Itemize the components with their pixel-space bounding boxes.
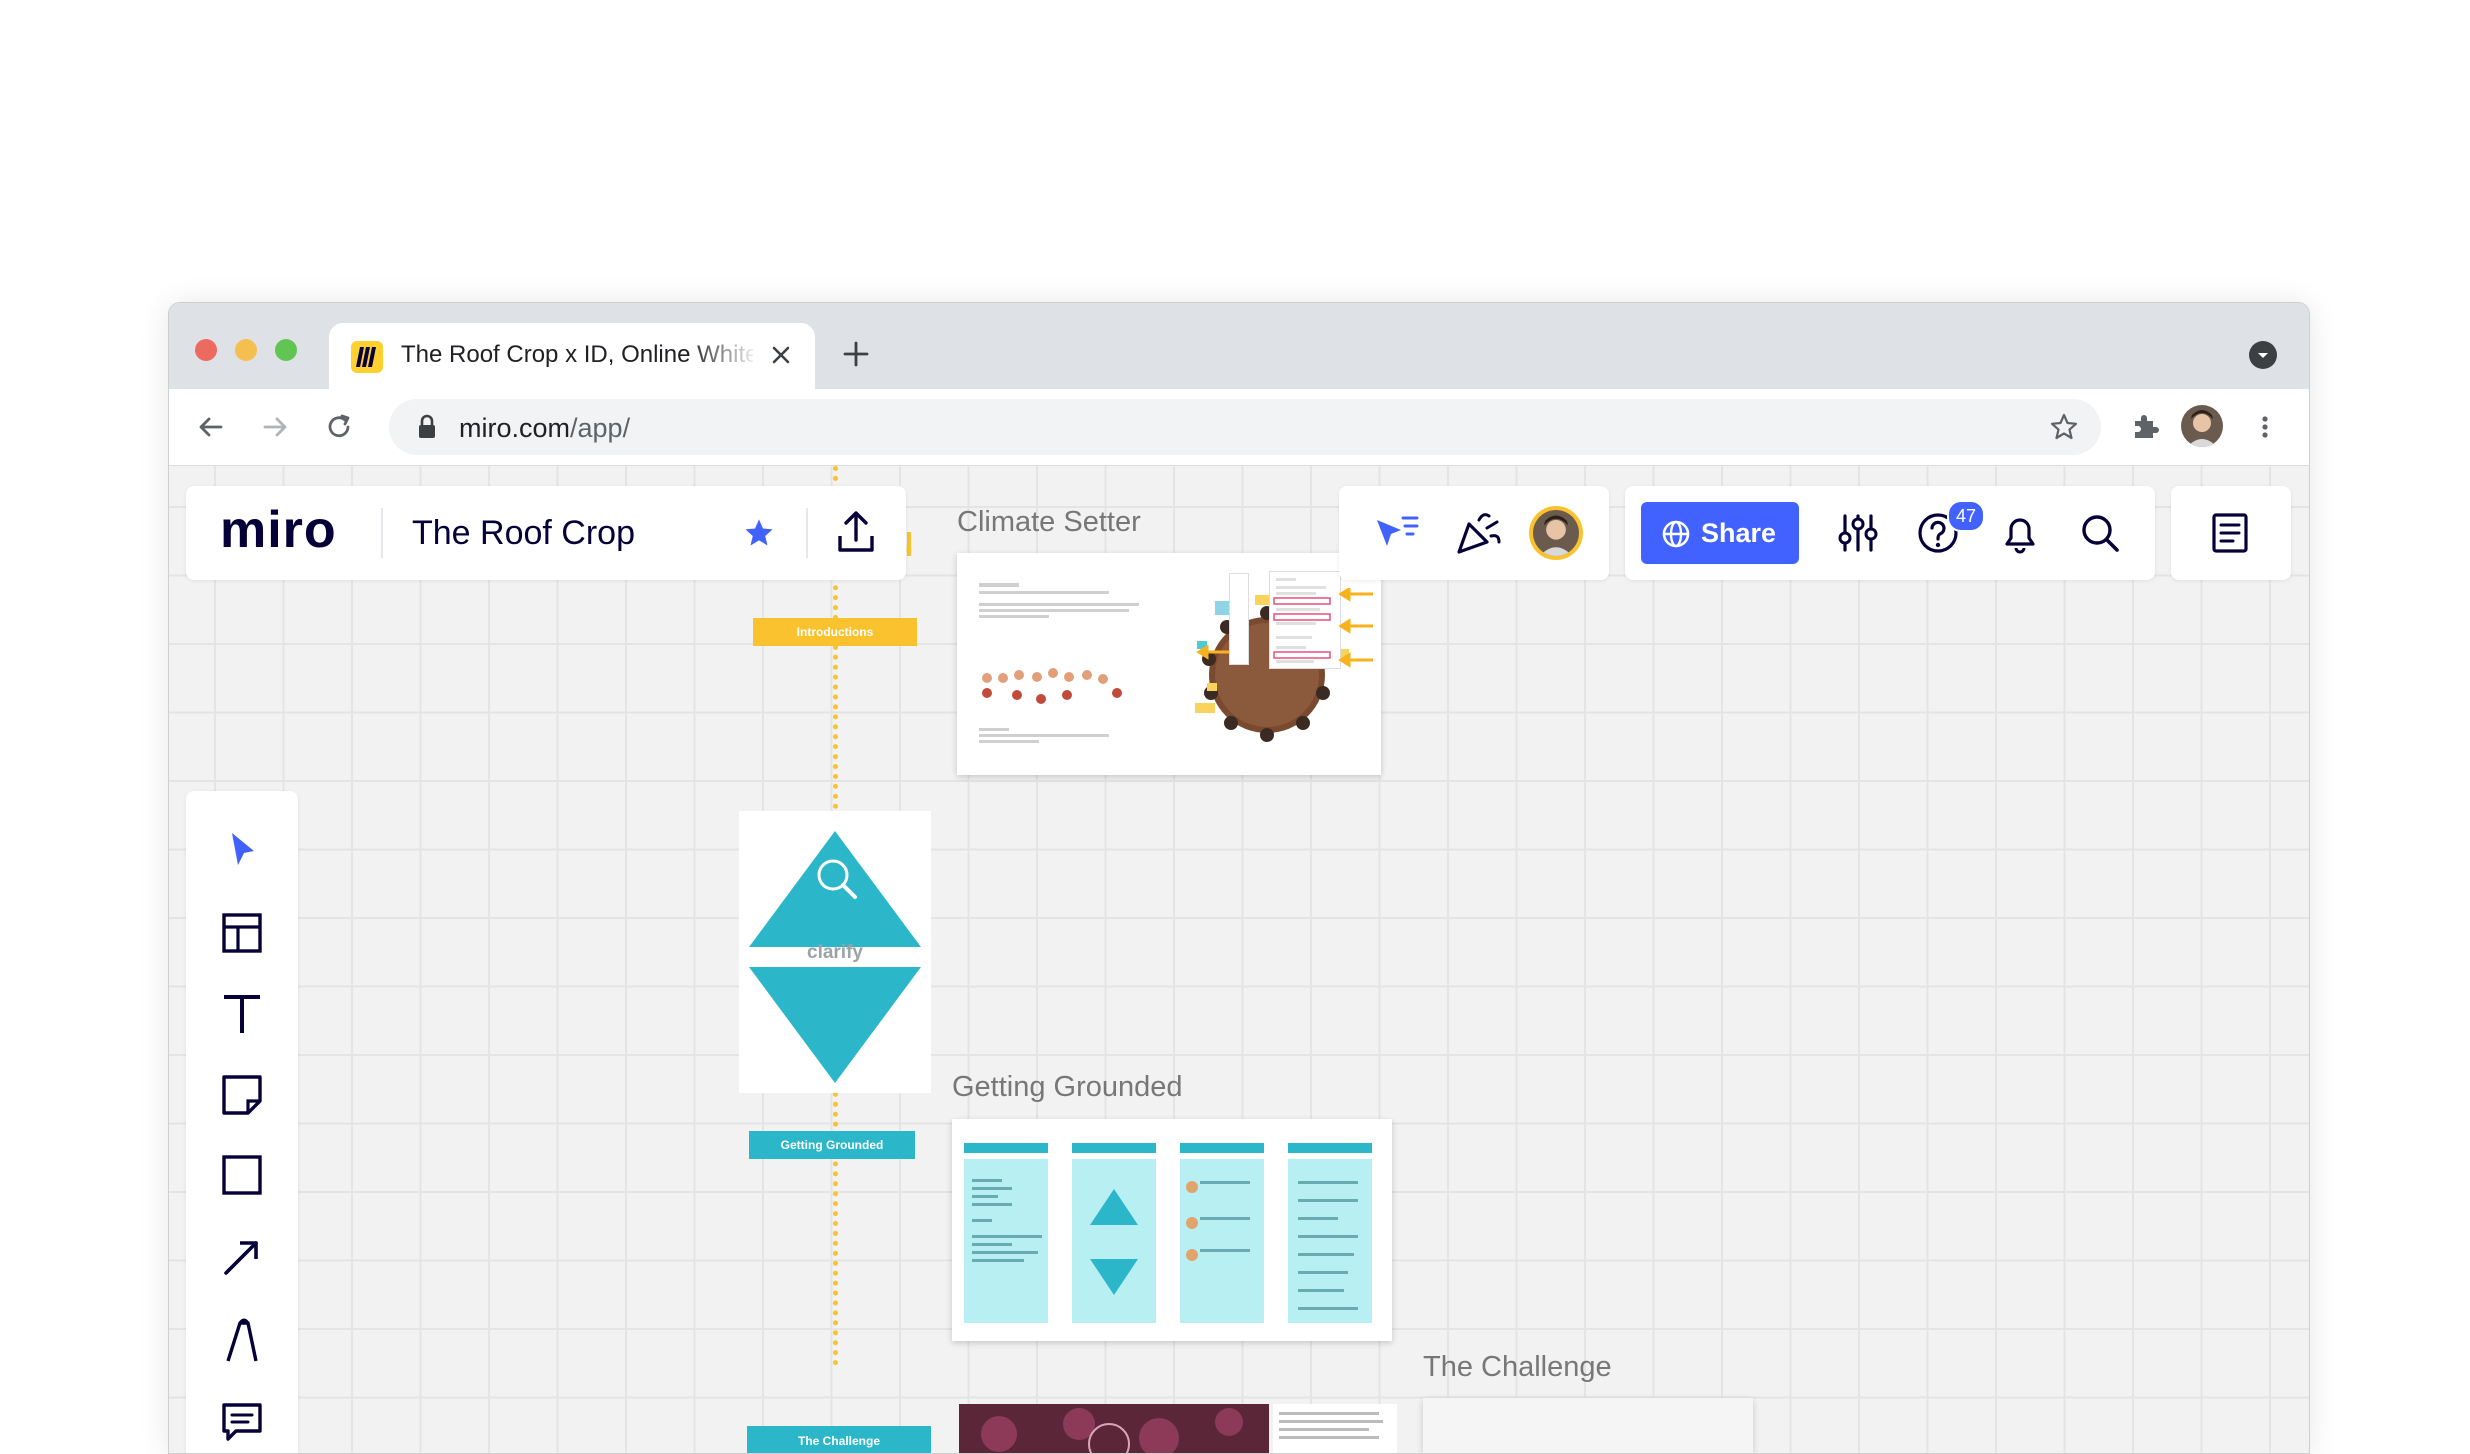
pointer-arrows-icon xyxy=(1338,588,1373,668)
close-window-button[interactable] xyxy=(195,339,217,361)
forward-icon[interactable] xyxy=(259,411,291,448)
challenge-photo-image xyxy=(959,1404,1269,1453)
comment-icon[interactable] xyxy=(220,1401,264,1450)
export-icon[interactable] xyxy=(834,508,878,561)
share-label: Share xyxy=(1701,518,1777,548)
attention-cursor-icon[interactable] xyxy=(1373,510,1423,561)
notes-panel xyxy=(2171,486,2291,580)
board-canvas[interactable]: Introductions clarify Getting Grounded T… xyxy=(169,466,2309,1453)
header-divider-2 xyxy=(806,508,808,558)
select-icon[interactable] xyxy=(222,829,262,874)
pen-icon[interactable] xyxy=(220,1317,264,1370)
close-tab-icon[interactable] xyxy=(767,341,795,369)
board-name[interactable]: The Roof Crop xyxy=(412,514,635,553)
globe-icon xyxy=(1661,519,1691,554)
browser-tab[interactable]: The Roof Crop x ID, Online Whiteboard xyxy=(329,323,815,389)
new-tab-icon[interactable] xyxy=(841,339,871,369)
extensions-icon[interactable] xyxy=(2129,411,2161,448)
share-panel: Share 47 xyxy=(1625,486,2155,580)
shape-icon[interactable] xyxy=(220,1153,264,1202)
introductions-label[interactable]: Introductions xyxy=(753,618,917,646)
maximize-window-button[interactable] xyxy=(275,339,297,361)
share-button[interactable]: Share xyxy=(1641,502,1799,564)
clarify-card[interactable]: clarify xyxy=(739,811,931,1093)
bookmark-star-icon[interactable] xyxy=(2049,412,2079,447)
mini-toolbar-image xyxy=(1229,573,1249,665)
tab-title-fade xyxy=(689,323,759,389)
templates-icon[interactable] xyxy=(220,911,264,960)
frame-title-the-challenge[interactable]: The Challenge xyxy=(1423,1351,1612,1384)
header-divider xyxy=(381,508,383,558)
creation-toolbar xyxy=(186,791,298,1453)
text-icon[interactable] xyxy=(220,991,264,1040)
url-path: /app/ xyxy=(570,413,631,443)
notification-count-badge: 47 xyxy=(1947,500,1985,532)
challenge-text-card xyxy=(1273,1404,1397,1453)
getting-grounded-label[interactable]: Getting Grounded xyxy=(749,1131,915,1159)
browser-menu-icon[interactable] xyxy=(2249,411,2281,448)
address-bar[interactable]: miro.com/app/ xyxy=(389,399,2101,455)
miro-logo[interactable]: miro xyxy=(220,500,337,560)
getting-grounded-frame[interactable] xyxy=(952,1119,1392,1341)
the-challenge-label[interactable]: The Challenge xyxy=(747,1426,931,1453)
frame-title-getting-grounded[interactable]: Getting Grounded xyxy=(952,1071,1183,1104)
url-domain: miro.com xyxy=(459,413,571,443)
reload-icon[interactable] xyxy=(323,411,355,448)
lock-icon xyxy=(415,413,439,446)
favorite-star-icon[interactable] xyxy=(742,516,776,555)
sticky-note-icon[interactable] xyxy=(220,1073,264,1122)
celebrate-icon[interactable] xyxy=(1453,508,1503,563)
tab-search-icon[interactable] xyxy=(2249,341,2277,369)
clarify-label: clarify xyxy=(807,942,863,963)
profile-avatar[interactable] xyxy=(2181,405,2223,447)
browser-window: The Roof Crop x ID, Online Whiteboard xyxy=(168,302,2310,1454)
notifications-bell-icon[interactable] xyxy=(1997,510,2043,561)
url-text: miro.com/app/ xyxy=(459,413,630,444)
board-notes-icon[interactable] xyxy=(2207,510,2253,561)
apps-panel-image xyxy=(1269,571,1341,669)
tab-strip: The Roof Crop x ID, Online Whiteboard xyxy=(169,303,2309,389)
flow-connector-end xyxy=(907,532,911,556)
back-icon[interactable] xyxy=(195,411,227,448)
browser-toolbar: miro.com/app/ xyxy=(169,389,2309,466)
frame-title-climate-setter[interactable]: Climate Setter xyxy=(957,506,1141,539)
getting-grounded-illustration xyxy=(964,1143,1372,1323)
pointer-arrow-left-icon xyxy=(1196,644,1229,660)
board-header-panel: miro The Roof Crop xyxy=(186,486,906,580)
the-challenge-frame[interactable] xyxy=(1423,1398,1753,1453)
search-icon[interactable] xyxy=(2077,510,2123,561)
collaboration-panel xyxy=(1339,486,1609,580)
arrow-icon[interactable] xyxy=(220,1235,264,1284)
collaborator-avatar[interactable] xyxy=(1529,506,1583,560)
miro-favicon-icon xyxy=(351,341,383,373)
minimize-window-button[interactable] xyxy=(235,339,257,361)
settings-sliders-icon[interactable] xyxy=(1835,510,1881,561)
